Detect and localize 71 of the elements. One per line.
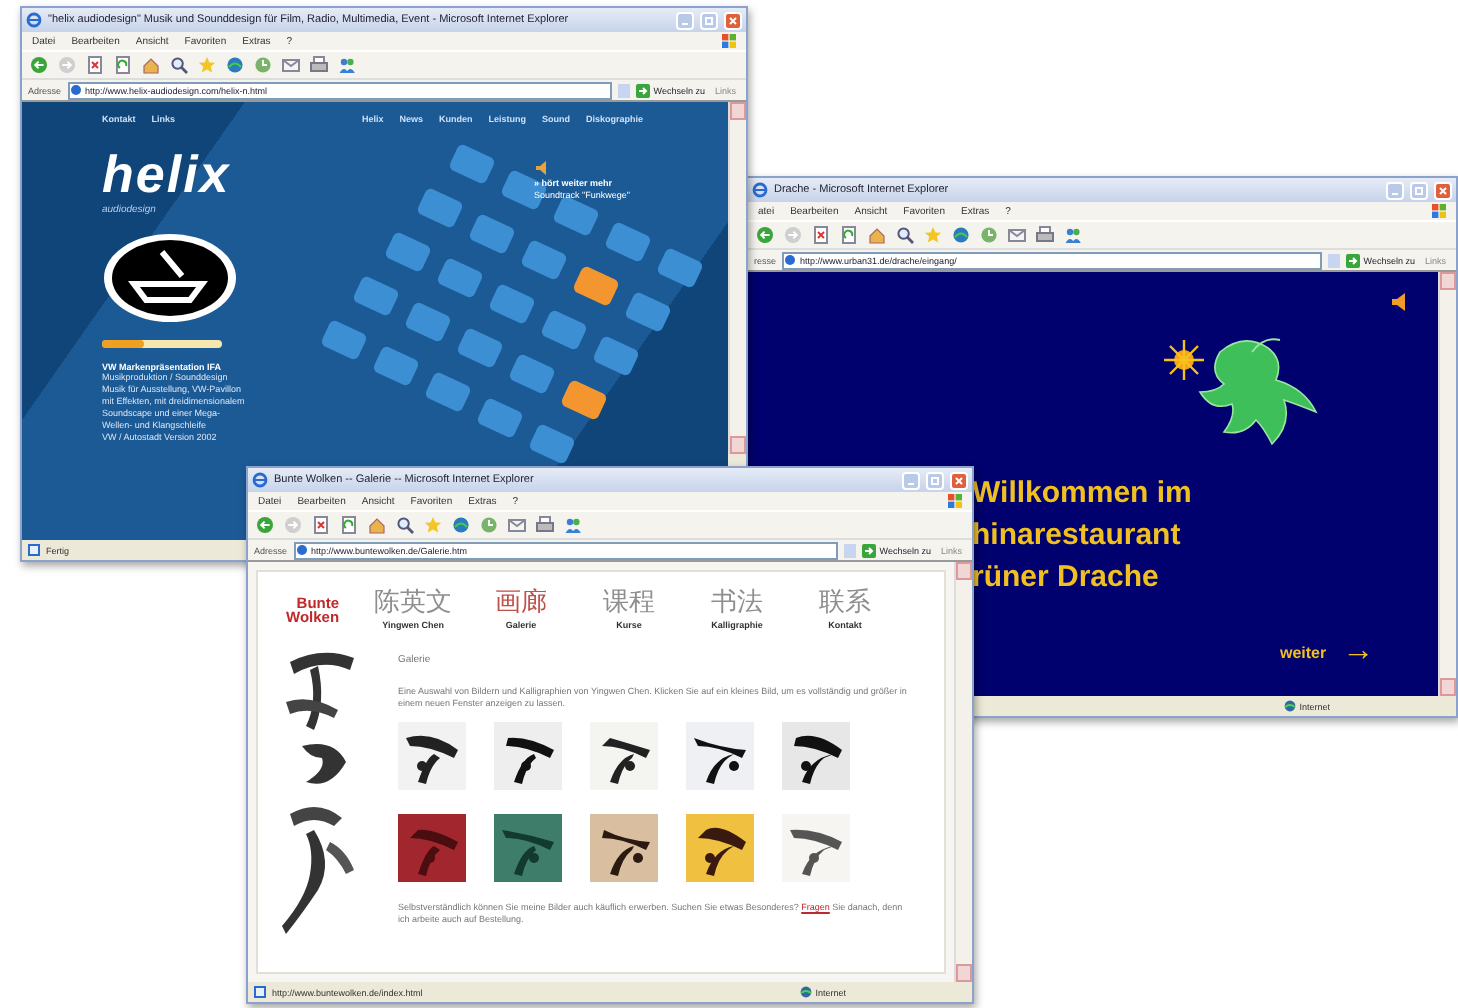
welcome-heading: rüner Drache — [972, 558, 1161, 598]
home-icon[interactable] — [868, 226, 886, 244]
page-icon — [295, 544, 308, 556]
arrow-link[interactable]: → — [1342, 638, 1375, 666]
page-icon — [69, 84, 82, 96]
next-link[interactable]: weiter — [1280, 643, 1327, 661]
back-icon[interactable] — [256, 516, 274, 534]
refresh-icon[interactable] — [840, 226, 858, 244]
clock-icon[interactable] — [980, 226, 998, 244]
globe-icon — [799, 986, 812, 998]
windows-logo-icon — [1432, 204, 1446, 218]
printer-icon[interactable] — [310, 56, 328, 74]
stop-icon[interactable] — [86, 56, 104, 74]
maximize-icon — [930, 475, 940, 485]
mail-icon[interactable] — [282, 56, 300, 74]
search-icon[interactable] — [396, 516, 414, 534]
scrollbar[interactable] — [1438, 272, 1456, 696]
clock-icon[interactable] — [254, 56, 272, 74]
logo: helix — [102, 148, 233, 200]
maximize-icon — [1414, 185, 1424, 195]
close-button[interactable] — [1434, 181, 1452, 199]
close-button[interactable] — [950, 471, 968, 489]
arrow-icon — [861, 543, 876, 557]
browser-icon — [26, 12, 42, 28]
search-icon[interactable] — [170, 56, 188, 74]
home-icon[interactable] — [368, 516, 386, 534]
people-icon[interactable] — [1064, 226, 1082, 244]
browser-icon — [252, 472, 268, 488]
star-icon[interactable] — [424, 516, 442, 534]
windows-logo-icon — [948, 494, 962, 508]
speaker-icon — [1390, 292, 1410, 312]
globe-icon[interactable] — [952, 226, 970, 244]
emblem-icon — [102, 232, 238, 324]
people-icon[interactable] — [338, 56, 356, 74]
page-icon — [254, 986, 266, 998]
globe-icon — [1283, 700, 1296, 712]
clock-icon[interactable] — [480, 516, 498, 534]
page-icon — [28, 544, 40, 556]
globe-icon[interactable] — [226, 56, 244, 74]
people-icon[interactable] — [564, 516, 582, 534]
windows-logo-icon — [722, 34, 736, 48]
globe-icon[interactable] — [452, 516, 470, 534]
volume-slider[interactable] — [102, 340, 222, 348]
refresh-icon[interactable] — [114, 56, 132, 74]
back-icon[interactable] — [756, 226, 774, 244]
close-icon — [728, 15, 738, 25]
printer-icon[interactable] — [1036, 226, 1054, 244]
refresh-icon[interactable] — [340, 516, 358, 534]
back-icon[interactable] — [30, 56, 48, 74]
close-icon — [1438, 185, 1448, 195]
home-icon[interactable] — [142, 56, 160, 74]
stop-icon[interactable] — [812, 226, 830, 244]
search-icon[interactable] — [896, 226, 914, 244]
scrollbar[interactable] — [954, 562, 972, 982]
star-icon[interactable] — [924, 226, 942, 244]
arrow-icon — [1345, 253, 1360, 267]
star-icon[interactable] — [198, 56, 216, 74]
speaker-icon — [534, 160, 550, 176]
welcome-heading: hinarestaurant — [972, 516, 1183, 556]
scrollbar[interactable] — [728, 102, 746, 454]
welcome-heading: Willkommen im — [972, 474, 1194, 514]
close-icon — [954, 475, 964, 485]
close-button[interactable] — [724, 11, 742, 29]
page-icon — [784, 254, 797, 266]
browser-icon — [752, 182, 768, 198]
mail-icon[interactable] — [1008, 226, 1026, 244]
printer-icon[interactable] — [536, 516, 554, 534]
maximize-icon — [704, 15, 714, 25]
arrow-icon — [635, 83, 650, 97]
mail-icon[interactable] — [508, 516, 526, 534]
stop-icon[interactable] — [312, 516, 330, 534]
